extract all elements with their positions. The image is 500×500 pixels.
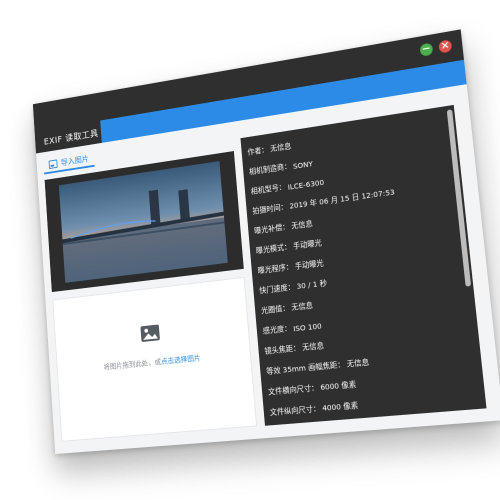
app-window: − × EXIF 读取工具 导入图片 将图片拖到此处，或点击选择图片 作者 ： … — [33, 29, 500, 454]
close-icon: × — [440, 41, 450, 53]
exif-key: 作者 — [247, 146, 262, 158]
exif-value: 4000 像素 — [322, 400, 359, 413]
stage: − × EXIF 读取工具 导入图片 将图片拖到此处，或点击选择图片 作者 ： … — [0, 0, 500, 500]
exif-key: 曝光程序 — [257, 263, 286, 276]
image-icon — [49, 159, 58, 169]
exif-key: 感光度 — [262, 324, 284, 336]
exif-value: ILCE-6300 — [287, 177, 324, 191]
exif-list: 作者：无信息 相机制造商： SONY 相机型号： ILCE-6300 拍摄时间： 20… — [247, 113, 473, 423]
exif-key: 快门速度 — [259, 283, 288, 296]
exif-value: 手动曝光 — [293, 238, 323, 252]
tab-import-image[interactable]: 导入图片 — [43, 150, 94, 175]
exif-key: 曝光模式 — [256, 243, 285, 256]
dropzone-text: 将图片拖到此处，或 — [103, 358, 161, 372]
exif-key: 相机型号 — [250, 183, 279, 197]
exif-key: 等效 35mm 画幅焦距 — [266, 360, 338, 377]
exif-key: 相机制造商 — [249, 162, 285, 177]
exif-value: 无信息 — [291, 219, 313, 232]
minimize-icon: − — [421, 44, 431, 56]
preview-photo — [59, 161, 228, 283]
image-placeholder-icon — [139, 323, 161, 343]
image-dropzone[interactable]: 将图片拖到此处，或点击选择图片 — [52, 277, 257, 442]
exif-value: 30 / 1 秒 — [296, 278, 327, 292]
exif-key: 镜头焦距 — [264, 344, 293, 357]
exif-key: 曝光补偿 — [254, 223, 283, 237]
exif-value: 6000 像素 — [320, 380, 357, 394]
tab-bar: 导入图片 — [43, 150, 94, 175]
exif-value: 无信息 — [291, 301, 313, 314]
left-panel: 将图片拖到此处，或点击选择图片 — [45, 151, 257, 442]
exif-value: 手动曝光 — [294, 258, 324, 272]
exif-key: 光圈值 — [261, 304, 283, 316]
exif-value: 无信息 — [302, 341, 325, 353]
exif-value: 无信息 — [346, 357, 369, 369]
dropzone-hint: 将图片拖到此处，或点击选择图片 — [58, 348, 251, 377]
exif-panel: 作者：无信息 相机制造商： SONY 相机型号： ILCE-6300 拍摄时间： 20… — [240, 105, 486, 426]
exif-value: SONY — [293, 159, 314, 171]
exif-value: 无信息 — [270, 141, 292, 154]
exif-value: ISO 100 — [293, 321, 322, 333]
tab-label: 导入图片 — [61, 153, 89, 168]
close-button[interactable]: × — [438, 39, 452, 53]
exif-key: 文件横向尺寸 — [268, 384, 312, 398]
exif-key: 拍摄时间 — [252, 203, 281, 217]
minimize-button[interactable]: − — [419, 43, 433, 57]
exif-key: 文件纵向尺寸 — [269, 404, 313, 418]
select-image-link[interactable]: 点击选择图片 — [161, 354, 201, 366]
image-preview — [45, 151, 244, 292]
